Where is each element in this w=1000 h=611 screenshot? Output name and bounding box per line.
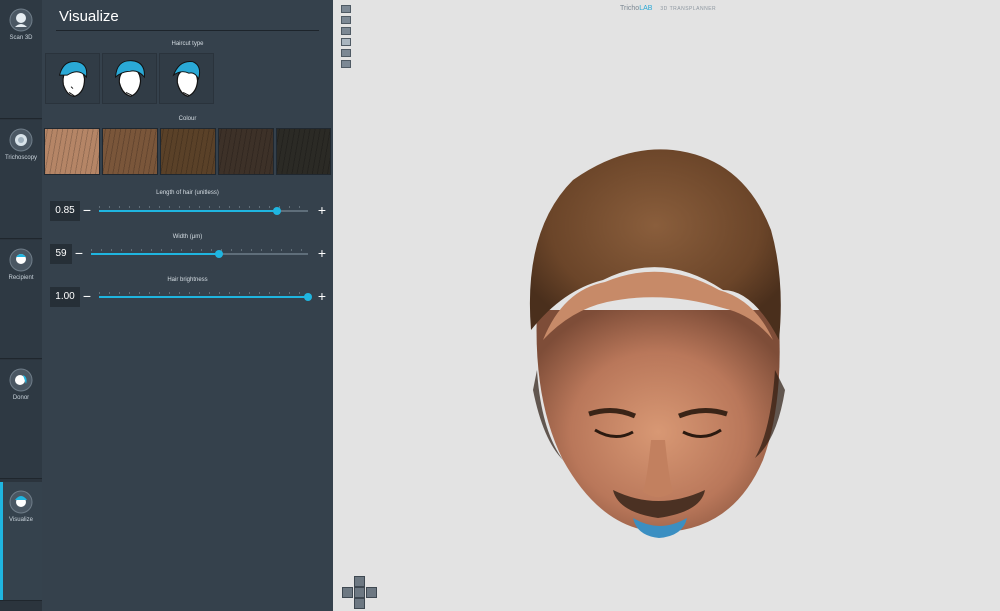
haircut-option-medium[interactable] [102,53,157,104]
colour-swatch[interactable] [276,128,331,175]
nav-item-trichoscopy[interactable]: Trichoscopy [0,120,42,239]
brand-name: Tricho [620,5,640,12]
orient-right-icon[interactable] [366,587,377,598]
panel-divider [56,30,319,31]
brand-logo: TrichoLAB 3D TRANSPLANNER [620,5,716,12]
head-view-icon[interactable] [341,16,351,24]
haircut-option-short[interactable] [45,53,100,104]
app-window: Scan 3D Trichoscopy Recipient Donor Visu… [0,0,1000,611]
nav-item-donor[interactable]: Donor [0,360,42,479]
colour-label: Colour [178,116,197,122]
haircut-type-label: Haircut type [171,41,204,47]
recipient-icon [9,248,33,272]
hair-brightness-value[interactable]: 1.00 [50,287,80,307]
donor-icon [9,368,33,392]
nav-item-scan-3d[interactable]: Scan 3D [0,0,42,119]
length-of-hair-slider-row: 0.85 − + [42,201,333,221]
width-decrease-button[interactable]: − [73,244,85,264]
slider-fill [99,210,277,212]
orient-down-icon[interactable] [354,598,365,609]
view-toolbar [341,5,351,71]
orient-up-icon[interactable] [354,576,365,587]
orient-front-icon[interactable] [354,587,365,598]
haircut-medium-icon [115,60,145,97]
head-scan-icon [9,8,33,32]
colour-swatch[interactable] [44,128,100,175]
nav-item-visualize[interactable]: Visualize [0,482,42,601]
length-decrease-button[interactable]: − [81,201,93,221]
slider-ticks [99,292,308,294]
hair-brightness-slider[interactable] [99,293,312,301]
brightness-increase-button[interactable]: + [315,287,329,307]
nav-item-label: Recipient [8,275,34,281]
nav-item-label: Trichoscopy [4,155,38,161]
trichoscopy-icon [9,128,33,152]
head-3d-model[interactable] [523,140,795,540]
haircut-short-icon [58,60,88,97]
visualize-panel: Visualize Haircut type Colour Length of … [42,0,333,611]
colour-swatch[interactable] [102,128,158,175]
brightness-decrease-button[interactable]: − [81,287,93,307]
hair-brightness-slider-row: 1.00 − + [42,287,333,307]
width-slider[interactable] [91,250,308,258]
length-of-hair-label: Length of hair (unitless) [156,190,219,196]
grid-view-icon[interactable] [341,27,351,35]
nav-item-recipient[interactable]: Recipient [0,240,42,359]
colour-swatch[interactable] [218,128,274,175]
nav-item-label: Donor [12,395,30,401]
hair-brightness-label: Hair brightness [167,277,208,283]
panel-title: Visualize [59,8,119,25]
slider-fill [99,296,308,298]
orient-left-icon[interactable] [342,587,353,598]
nav-item-label: Scan 3D [9,35,33,41]
3d-viewport[interactable]: TrichoLAB 3D TRANSPLANNER [333,0,1000,611]
nav-item-label: Visualize [9,517,33,523]
brand-name-accent: LAB [639,5,653,12]
width-value[interactable]: 59 [50,244,72,264]
nav-rail: Scan 3D Trichoscopy Recipient Donor Visu… [0,0,42,611]
slider-fill [91,253,220,255]
face-view-icon[interactable] [341,60,351,68]
orientation-pad [340,576,380,611]
haircut-option-long[interactable] [159,53,214,104]
slider-ticks [91,249,308,251]
width-increase-button[interactable]: + [315,244,329,264]
length-of-hair-value[interactable]: 0.85 [50,201,80,221]
slider-handle[interactable] [215,250,224,258]
scalp-view-icon[interactable] [341,49,351,57]
haircut-long-icon [172,60,201,97]
visualize-icon [9,490,33,514]
colour-swatch[interactable] [160,128,216,175]
length-of-hair-slider[interactable] [99,207,308,215]
top-view-icon[interactable] [341,5,351,13]
hair-view-icon[interactable] [341,38,351,46]
brand-subtitle: 3D TRANSPLANNER [660,6,717,12]
width-slider-row: 59 − + [42,244,333,264]
slider-handle[interactable] [304,293,312,301]
length-increase-button[interactable]: + [315,201,329,221]
slider-handle[interactable] [272,207,281,215]
width-label: Width (μm) [172,234,203,240]
